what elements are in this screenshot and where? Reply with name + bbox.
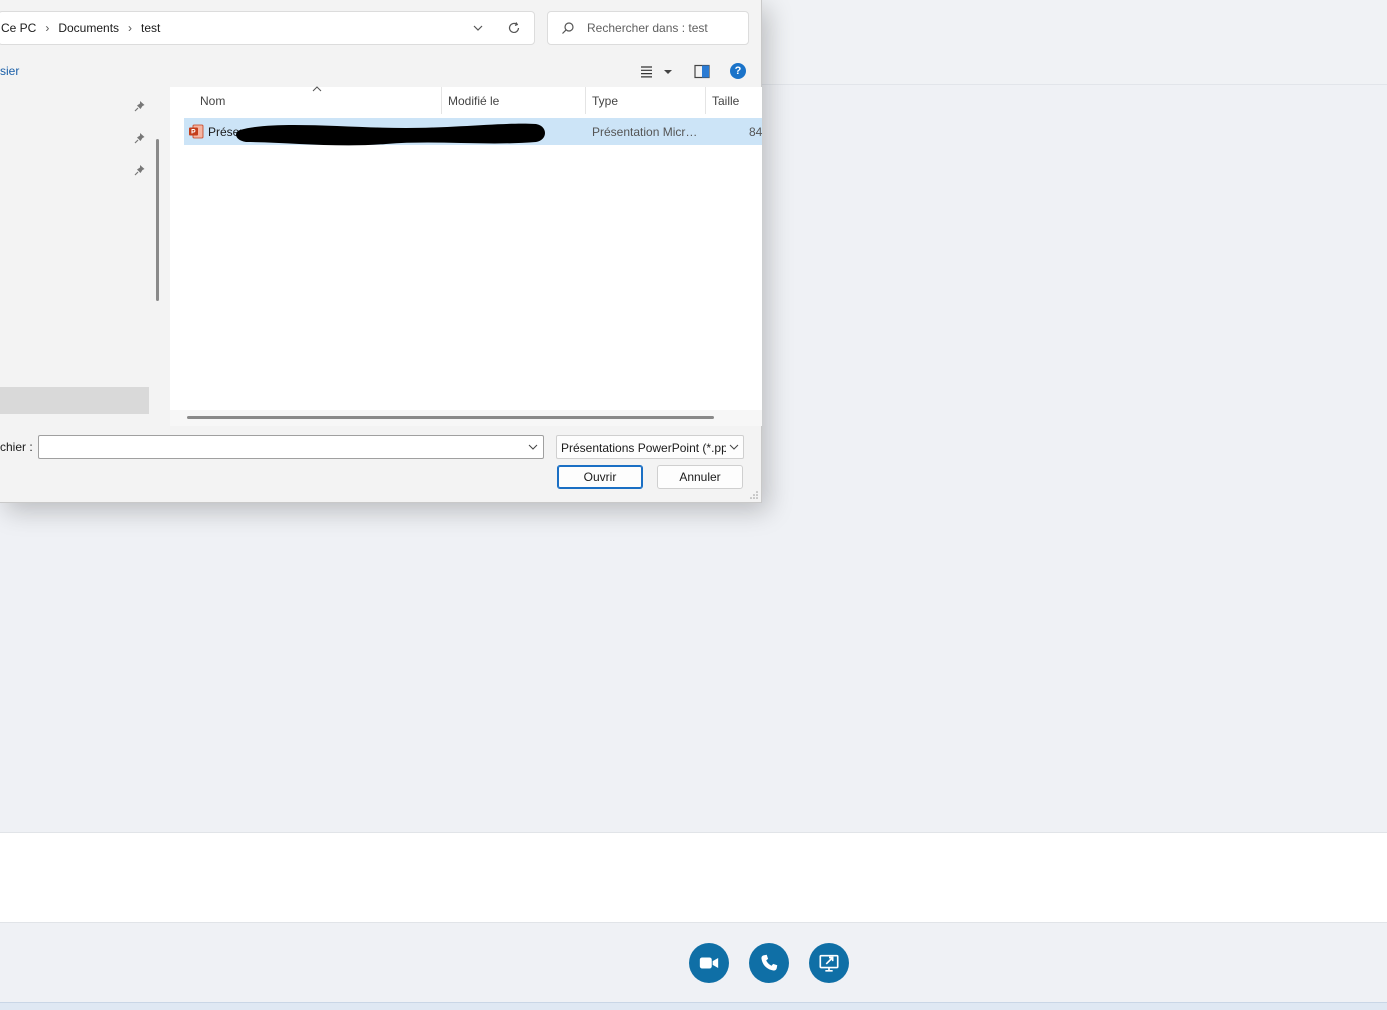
search-icon (562, 22, 574, 34)
column-header-size[interactable]: Taille (706, 87, 762, 114)
navigation-selected-item[interactable] (0, 387, 149, 414)
cancel-button[interactable]: Annuler (657, 465, 743, 489)
file-type-filter-value: Présentations PowerPoint (*.pp (561, 441, 726, 455)
pin-icon[interactable] (134, 132, 146, 144)
share-screen-icon (819, 954, 839, 972)
redaction-mark (236, 123, 545, 146)
search-input[interactable] (587, 21, 737, 35)
filename-input[interactable] (43, 439, 513, 455)
refresh-icon[interactable] (507, 21, 521, 35)
breadcrumb-this-pc[interactable]: Ce PC (0, 21, 38, 35)
column-header-name[interactable]: Nom (194, 87, 441, 114)
video-call-icon (699, 957, 719, 969)
share-screen-button[interactable] (809, 943, 849, 983)
horizontal-scrollbar[interactable] (187, 416, 714, 419)
message-compose-area[interactable] (0, 832, 1387, 923)
column-header-modified[interactable]: Modifié le (442, 87, 585, 114)
chevron-down-icon[interactable] (528, 443, 538, 451)
file-size: 84 (749, 125, 763, 139)
pin-icon[interactable] (134, 100, 146, 112)
help-icon[interactable]: ? (730, 63, 746, 79)
search-box[interactable] (547, 11, 749, 45)
pin-icon[interactable] (134, 164, 146, 176)
breadcrumb-documents[interactable]: Documents (56, 21, 121, 35)
video-call-button[interactable] (689, 943, 729, 983)
column-header-type[interactable]: Type (586, 87, 705, 114)
address-bar[interactable]: Ce PC › Documents › test (0, 11, 535, 45)
phone-icon (761, 954, 778, 971)
dialog-toolbar: sier ? (0, 57, 762, 85)
call-action-bar (0, 923, 1387, 1003)
address-history-chevron-icon[interactable] (471, 21, 485, 35)
open-button[interactable]: Ouvrir (557, 465, 643, 489)
resize-grip-icon[interactable] (749, 490, 759, 500)
navigation-scrollbar[interactable] (156, 139, 159, 301)
chevron-down-icon (729, 444, 739, 450)
filename-combobox[interactable] (38, 435, 544, 459)
powerpoint-file-icon (189, 124, 204, 139)
file-type: Présentation Micr… (592, 125, 698, 139)
breadcrumb-test[interactable]: test (139, 21, 162, 35)
preview-pane-icon[interactable] (694, 64, 710, 79)
view-options-icon[interactable] (640, 64, 674, 80)
breadcrumb-chevron-icon: › (45, 21, 50, 35)
breadcrumb-chevron-icon: › (128, 21, 133, 35)
new-folder-button[interactable]: sier (0, 64, 19, 78)
file-type-filter-select[interactable]: Présentations PowerPoint (*.pp (556, 435, 744, 459)
navigation-pane[interactable] (0, 87, 151, 427)
taskbar-strip (0, 1002, 1387, 1010)
filename-label: chier : (0, 440, 33, 454)
file-open-dialog: Ce PC › Documents › test sier ? (0, 0, 762, 503)
phone-call-button[interactable] (749, 943, 789, 983)
